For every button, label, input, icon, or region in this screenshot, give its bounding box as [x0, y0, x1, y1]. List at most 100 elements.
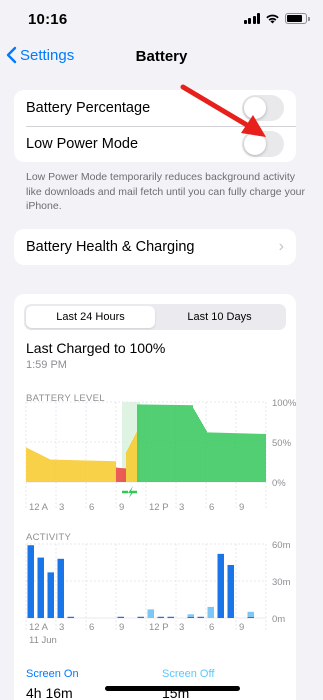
battery-level-bar — [237, 433, 238, 482]
activity-bar-screen-off — [247, 611, 254, 617]
battery-level-bar — [120, 467, 121, 482]
battery-level-bar — [224, 432, 225, 482]
battery-level-bar — [199, 418, 200, 482]
battery-level-bar — [67, 460, 68, 482]
battery-level-bar — [219, 432, 220, 482]
activity-bar-screen-on — [217, 553, 224, 618]
last-charged-time: 1:59 PM — [26, 359, 67, 371]
battery-x-tick-label: 12 P — [149, 502, 169, 513]
battery-level-bar — [37, 453, 38, 482]
activity-x-tick-label: 6 — [209, 622, 214, 633]
home-indicator[interactable] — [105, 686, 240, 691]
tab-last-24-hours[interactable]: Last 24 Hours — [26, 306, 155, 328]
battery-level-bar — [165, 404, 166, 482]
battery-level-bar — [215, 432, 216, 482]
battery-level-bar — [160, 404, 161, 482]
battery-level-bar — [169, 404, 170, 482]
activity-bar-screen-on — [27, 545, 34, 618]
battery-level-bar — [220, 432, 221, 482]
battery-level-bar — [54, 459, 55, 482]
battery-level-bar — [259, 433, 260, 482]
battery-level-bar — [130, 443, 131, 482]
battery-level-bar — [159, 404, 160, 482]
battery-health-row[interactable]: Battery Health & Charging › — [14, 229, 296, 265]
status-icons — [243, 13, 310, 24]
battery-level-bar — [55, 459, 56, 482]
battery-level-bar — [153, 404, 154, 482]
battery-level-bar — [247, 433, 248, 482]
battery-level-bar — [110, 461, 111, 482]
battery-level-bar — [145, 404, 146, 482]
battery-level-bar — [208, 432, 209, 482]
battery-level-bar — [195, 411, 196, 482]
battery-level-bar — [170, 404, 171, 482]
battery-y-tick-label: 100% — [272, 398, 296, 409]
battery-settings-group: Battery Percentage Low Power Mode — [14, 90, 296, 162]
battery-level-bar — [211, 432, 212, 482]
activity-bar-screen-on — [67, 616, 74, 618]
battery-level-bar — [45, 457, 46, 482]
battery-usage-card: Last 24 Hours Last 10 Days Last Charged … — [14, 294, 296, 700]
low-power-mode-label: Low Power Mode — [26, 136, 139, 152]
battery-y-tick-label: 0% — [272, 478, 286, 489]
battery-level-bar — [80, 460, 81, 482]
battery-level-bar — [31, 450, 32, 482]
low-power-mode-toggle[interactable] — [242, 131, 284, 157]
battery-percentage-toggle[interactable] — [242, 95, 284, 121]
battery-level-bar — [129, 445, 130, 482]
battery-level-bar — [89, 460, 90, 482]
battery-level-bar — [157, 404, 158, 482]
battery-level-bar — [33, 451, 34, 482]
battery-level-bar — [183, 405, 184, 482]
activity-x-tick-label: 12 A — [29, 622, 49, 633]
battery-level-bar — [68, 460, 69, 482]
battery-level-bar — [44, 456, 45, 482]
battery-level-bar — [141, 404, 142, 482]
battery-level-bar — [175, 404, 176, 482]
battery-level-bar — [57, 459, 58, 482]
battery-level-bar — [235, 433, 236, 482]
charging-bolt-icon — [128, 486, 134, 498]
battery-level-bar — [79, 460, 80, 482]
battery-level-bar — [40, 454, 41, 482]
activity-x-tick-label: 12 P — [149, 622, 169, 633]
battery-level-bar — [222, 432, 223, 482]
battery-level-bar — [109, 461, 110, 482]
time-range-segmented-control: Last 24 Hours Last 10 Days — [24, 304, 286, 330]
battery-level-bar — [114, 461, 115, 482]
battery-level-bar — [97, 460, 98, 482]
battery-level-bar — [223, 432, 224, 482]
battery-level-bar — [90, 460, 91, 482]
battery-level-bar — [28, 448, 29, 482]
battery-level-bar — [238, 433, 239, 482]
battery-level-bar — [176, 404, 177, 482]
battery-level-bar — [263, 433, 264, 482]
battery-level-bar — [229, 432, 230, 482]
battery-level-bar — [207, 432, 208, 482]
battery-level-bar — [180, 405, 181, 482]
battery-level-bar — [92, 460, 93, 482]
battery-level-bar — [112, 461, 113, 482]
tab-last-10-days[interactable]: Last 10 Days — [155, 306, 284, 328]
screen-on-value: 4h 16m — [26, 685, 73, 700]
battery-level-bar — [161, 404, 162, 482]
activity-bar-screen-on — [157, 616, 164, 618]
battery-level-bar — [205, 428, 206, 482]
battery-percentage-row: Battery Percentage — [14, 90, 296, 126]
battery-level-bar — [47, 458, 48, 482]
battery-level-bar — [94, 460, 95, 482]
battery-level-bar — [162, 404, 163, 482]
battery-health-group: Battery Health & Charging › — [14, 229, 296, 265]
battery-level-bar — [63, 459, 64, 482]
battery-level-bar — [104, 460, 105, 482]
battery-level-bar — [36, 452, 37, 482]
battery-level-bar — [136, 432, 137, 482]
activity-bar-screen-on — [167, 616, 174, 618]
battery-x-tick-label: 12 A — [29, 502, 49, 513]
battery-level-bar — [52, 459, 53, 482]
battery-level-bar — [85, 460, 86, 482]
battery-level-bar — [142, 404, 143, 482]
battery-level-bar — [65, 459, 66, 482]
battery-level-bar — [103, 460, 104, 482]
battery-level-bar — [236, 433, 237, 482]
